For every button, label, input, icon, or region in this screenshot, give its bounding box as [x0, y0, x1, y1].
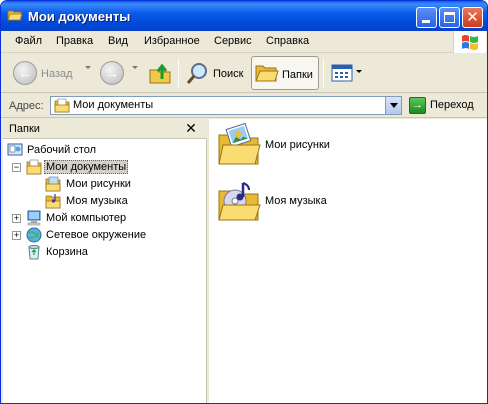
toolbar-separator — [323, 59, 324, 87]
search-icon — [186, 63, 207, 84]
tree-item-my-music[interactable]: Моя музыка — [3, 193, 203, 210]
folders-pane-header: Папки ✕ — [3, 119, 207, 139]
address-bar: Адрес: Мои документы → Переход — [1, 94, 487, 118]
minimize-icon — [422, 20, 430, 23]
forward-arrow-icon: → — [100, 61, 124, 85]
up-folder-button[interactable] — [146, 56, 174, 90]
content-pane: Мои рисунки Моя музыка — [209, 119, 487, 403]
maximize-icon — [444, 12, 455, 23]
desktop-icon — [7, 143, 23, 156]
views-dropdown-icon — [356, 70, 362, 73]
window-title: Мои документы — [28, 9, 131, 24]
folders-icon — [255, 65, 279, 82]
address-label: Адрес: — [9, 100, 44, 112]
views-button[interactable] — [329, 56, 363, 90]
menu-bar: Файл Правка Вид Избранное Сервис Справка — [1, 31, 487, 53]
close-pane-icon[interactable]: ✕ — [183, 120, 199, 136]
folder-item-my-music[interactable]: Моя музыка — [217, 179, 417, 229]
folder-item-label: Моя музыка — [265, 195, 327, 207]
collapse-icon[interactable]: − — [12, 163, 21, 172]
tree-item-recycle-bin[interactable]: Корзина — [3, 244, 203, 261]
my-documents-icon — [26, 159, 42, 175]
tree-item-label: Рабочий стол — [27, 144, 97, 156]
go-label: Переход — [430, 99, 474, 111]
my-computer-icon — [27, 210, 41, 226]
recycle-bin-icon — [28, 245, 40, 260]
menu-edit[interactable]: Правка — [56, 35, 93, 47]
close-button[interactable]: ✕ — [462, 7, 483, 28]
folders-label: Папки — [282, 69, 313, 81]
search-button[interactable]: Поиск — [184, 56, 246, 90]
standard-toolbar: ← Назад → Поиск Папки — [1, 53, 487, 93]
expand-icon[interactable]: + — [12, 231, 21, 240]
tree-item-label: Сетевое окружение — [46, 229, 147, 241]
search-label: Поиск — [213, 68, 244, 80]
my-pictures-icon — [45, 176, 61, 192]
tree-item-label: Моя музыка — [66, 195, 128, 207]
folders-pane: Папки ✕ Рабочий стол − Мои документы Мои… — [3, 119, 207, 403]
my-music-icon — [45, 194, 61, 209]
forward-dropdown-icon[interactable] — [132, 66, 138, 69]
menu-file[interactable]: Файл — [15, 35, 42, 47]
my-documents-icon — [54, 98, 70, 113]
folders-button[interactable]: Папки — [251, 56, 319, 90]
views-icon — [331, 64, 353, 82]
my-music-folder-icon — [218, 182, 261, 221]
tree-item-my-pictures[interactable]: Мои рисунки — [3, 176, 203, 193]
tree-item-desktop[interactable]: Рабочий стол — [3, 142, 203, 159]
tree-item-label: Мой компьютер — [46, 212, 127, 224]
folders-pane-title: Папки — [9, 123, 40, 135]
forward-button[interactable]: → — [97, 56, 127, 90]
title-bar[interactable]: Мои документы ✕ — [1, 1, 487, 31]
minimize-button[interactable] — [416, 7, 437, 28]
tree-item-my-documents[interactable]: − Мои документы — [3, 159, 203, 176]
network-icon — [26, 227, 42, 243]
tree-item-label: Мои документы — [44, 160, 129, 174]
toolbar-separator — [178, 59, 179, 87]
back-arrow-icon: ← — [13, 61, 37, 85]
menu-view[interactable]: Вид — [108, 35, 128, 47]
back-button[interactable]: ← Назад — [11, 56, 83, 90]
tree-item-label: Мои рисунки — [66, 178, 131, 190]
go-arrow-icon: → — [409, 97, 426, 114]
tree-item-label: Корзина — [46, 246, 88, 258]
my-pictures-folder-icon — [218, 123, 261, 165]
maximize-button[interactable] — [439, 7, 460, 28]
folder-item-label: Мои рисунки — [265, 139, 330, 151]
close-icon: ✕ — [466, 9, 479, 26]
tree-item-my-computer[interactable]: + Мой компьютер — [3, 210, 203, 227]
back-label: Назад — [41, 68, 73, 80]
address-dropdown-icon[interactable] — [385, 97, 401, 114]
windows-flag-icon — [462, 35, 478, 50]
explorer-window: Мои документы ✕ Файл Правка Вид Избранно… — [0, 0, 488, 404]
menu-help[interactable]: Справка — [266, 35, 309, 47]
up-folder-icon — [149, 63, 171, 84]
expand-icon[interactable]: + — [12, 214, 21, 223]
address-value: Мои документы — [73, 99, 154, 111]
folder-open-icon — [7, 10, 23, 21]
go-button[interactable]: → Переход — [408, 96, 483, 115]
address-input[interactable]: Мои документы — [50, 96, 402, 115]
windows-logo — [453, 31, 486, 53]
folder-item-my-pictures[interactable]: Мои рисунки — [217, 123, 417, 173]
back-dropdown-icon[interactable] — [85, 66, 91, 69]
menu-tools[interactable]: Сервис — [214, 35, 252, 47]
menu-favorites[interactable]: Избранное — [144, 35, 200, 47]
tree-item-network[interactable]: + Сетевое окружение — [3, 227, 203, 244]
